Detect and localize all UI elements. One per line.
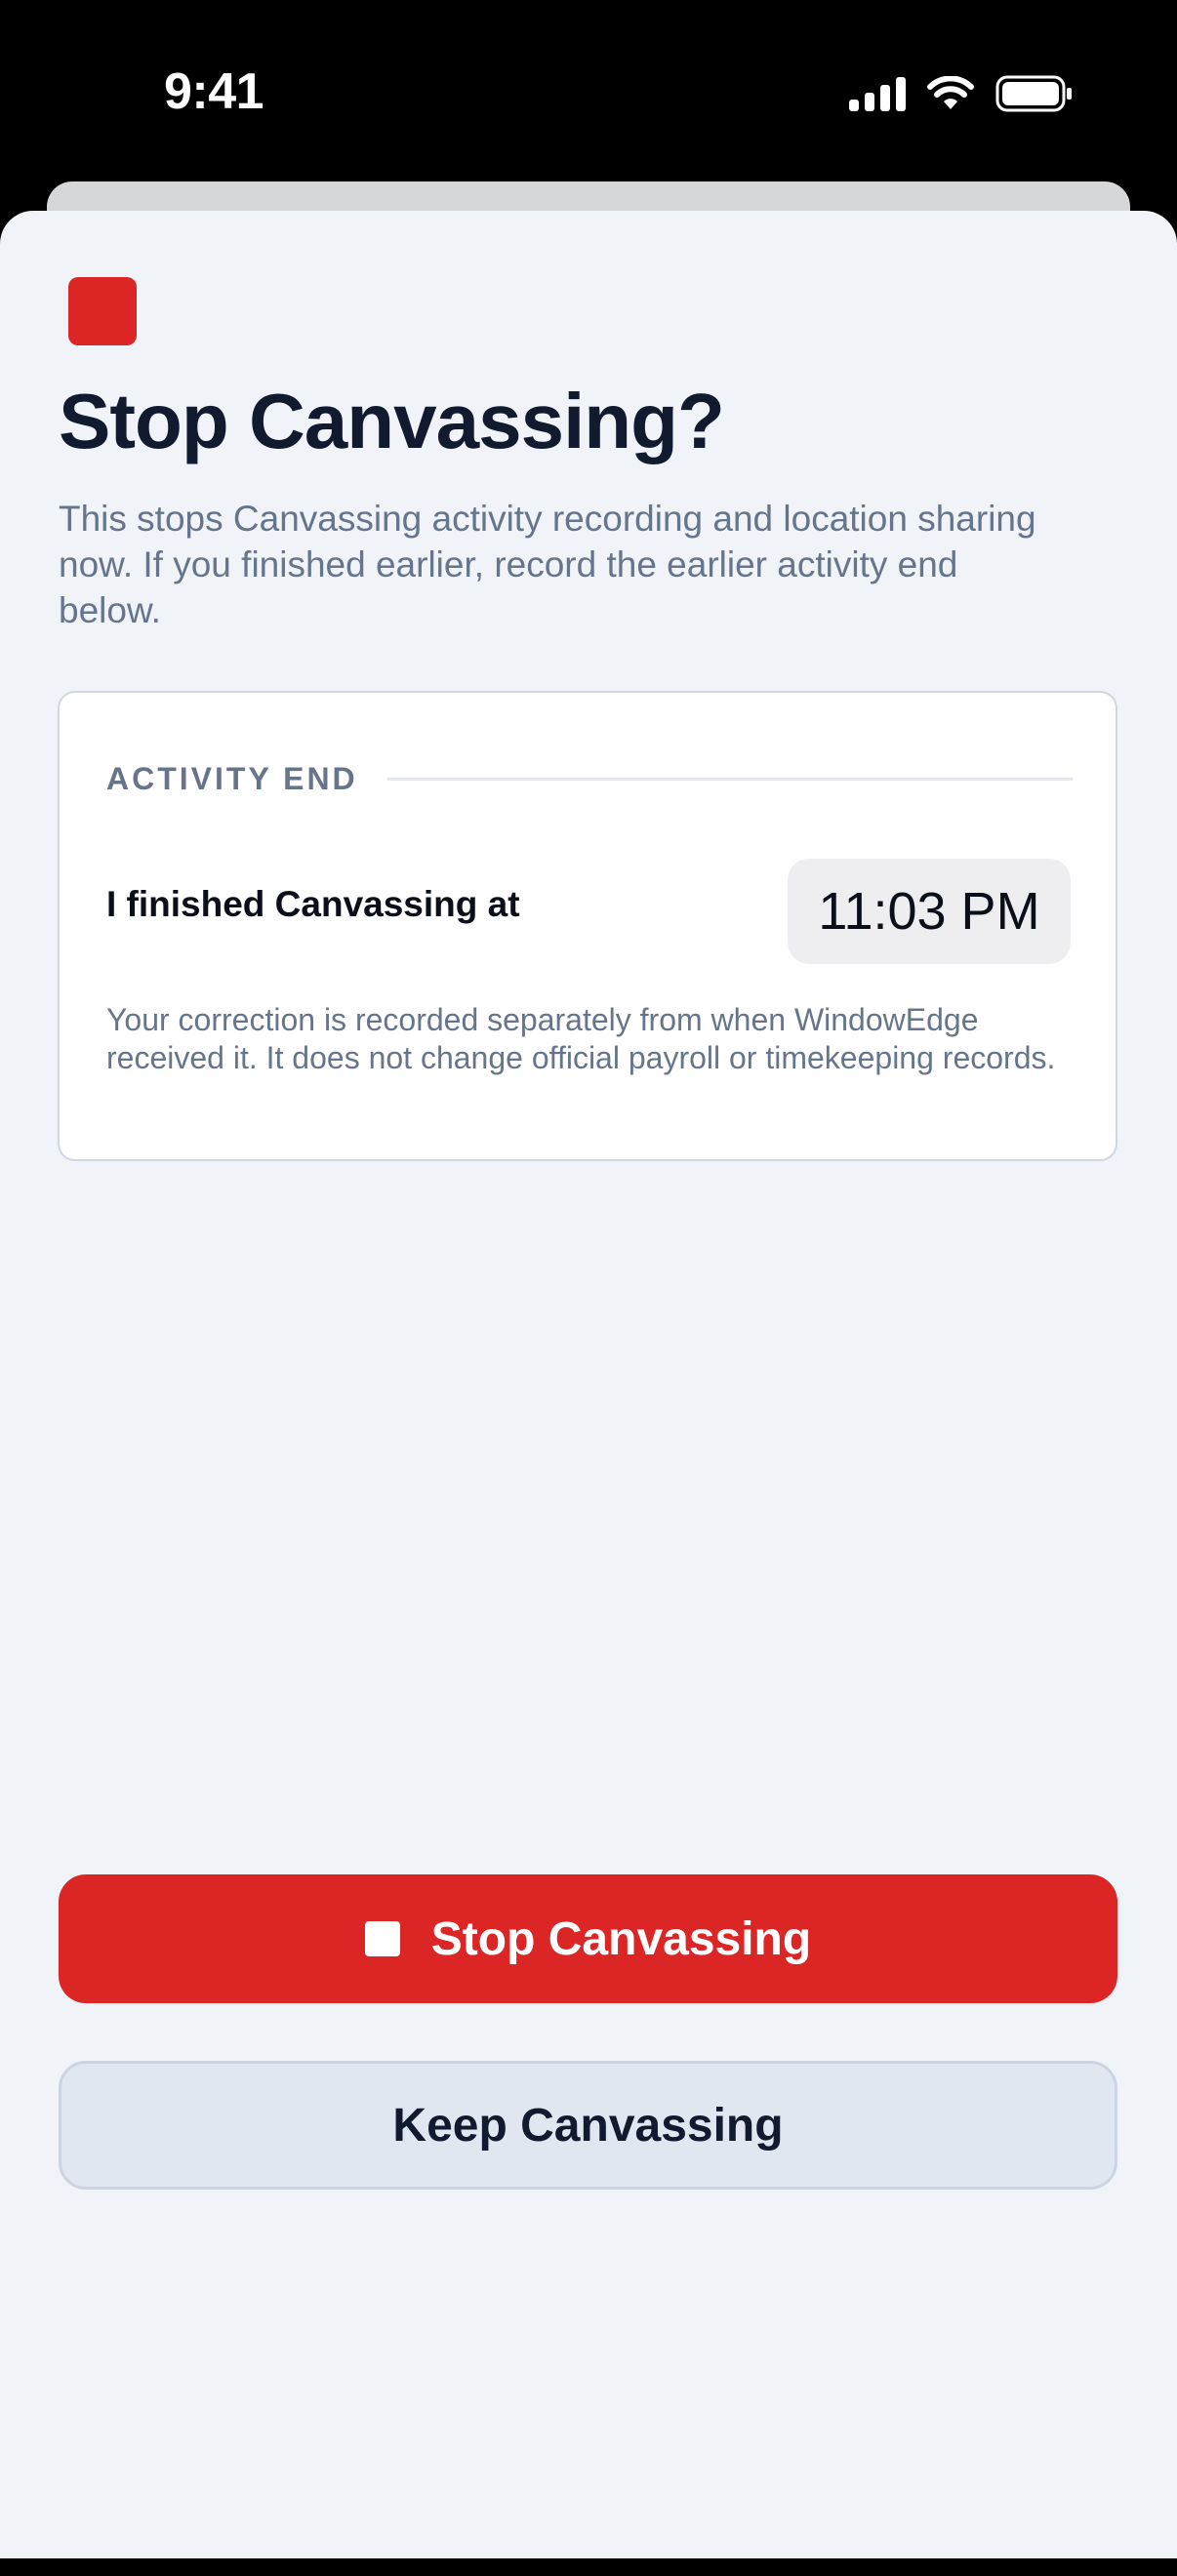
section-label: ACTIVITY END <box>106 761 358 796</box>
section-header: ACTIVITY END <box>106 761 1073 797</box>
section-divider <box>386 778 1073 781</box>
stop-canvassing-label: Stop Canvassing <box>430 1912 812 1965</box>
keep-canvassing-label: Keep Canvassing <box>392 2099 784 2152</box>
status-bar: 9:41 <box>0 0 1177 185</box>
dialog-title: Stop Canvassing? <box>59 378 725 464</box>
finish-time-label: I finished Canvassing at <box>106 884 520 924</box>
stop-square-icon <box>68 277 137 345</box>
keep-canvassing-button[interactable]: Keep Canvassing <box>59 2061 1117 2190</box>
wifi-icon <box>927 76 974 109</box>
battery-icon <box>995 75 1072 112</box>
stop-activity-sheet: Stop Canvassing? This stops Canvassing a… <box>0 211 1177 2576</box>
cellular-signal-icon <box>849 76 906 111</box>
home-indicator <box>379 2562 800 2576</box>
status-time: 9:41 <box>164 63 264 120</box>
activity-end-card: ACTIVITY END I finished Canvassing at 11… <box>58 691 1117 1161</box>
stop-icon <box>364 1921 400 1956</box>
end-time-picker[interactable]: 11:03 PM <box>788 859 1071 964</box>
stop-canvassing-button[interactable]: Stop Canvassing <box>59 1874 1117 2003</box>
status-icons <box>849 72 1074 115</box>
dialog-subtitle: This stops Canvassing activity recording… <box>59 499 1036 630</box>
correction-note: Your correction is recorded separately f… <box>106 1002 1056 1075</box>
